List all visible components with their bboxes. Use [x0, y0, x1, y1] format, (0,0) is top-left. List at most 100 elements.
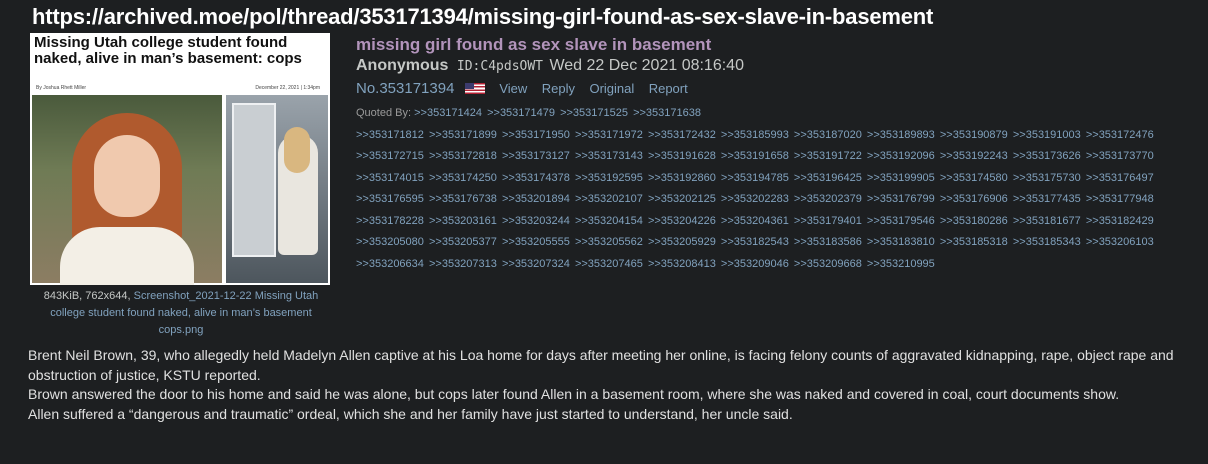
quoted-by-link[interactable]: >>353171424	[414, 107, 482, 119]
quoted-by-link[interactable]: >>353174015	[356, 172, 424, 184]
reply-link[interactable]: Reply	[542, 81, 575, 96]
quoted-by-link[interactable]: >>353209668	[794, 258, 862, 270]
quoted-by-label: Quoted By:	[356, 107, 412, 119]
file-info: 843KiB, 762x644, Screenshot_2021-12-22 M…	[30, 288, 332, 339]
quoted-by-link[interactable]: >>353173770	[1086, 150, 1154, 162]
quoted-by-link[interactable]: >>353205929	[648, 236, 716, 248]
quoted-by-link[interactable]: >>353192860	[648, 172, 716, 184]
post-meta-row: Anonymous ID:C4pdsOWT Wed 22 Dec 2021 08…	[356, 57, 744, 75]
quoted-by-link[interactable]: >>353183586	[794, 236, 862, 248]
quoted-by-link[interactable]: >>353205555	[502, 236, 570, 248]
quoted-by-link[interactable]: >>353178228	[356, 215, 424, 227]
quoted-by-link[interactable]: >>353179546	[867, 215, 935, 227]
quoted-by-link[interactable]: >>353187020	[794, 129, 862, 141]
poster-id[interactable]: ID:C4pdsOWT	[457, 59, 543, 74]
quoted-by-link[interactable]: >>353176497	[1086, 172, 1154, 184]
quoted-by-link[interactable]: >>353176799	[867, 193, 935, 205]
quoted-by-link[interactable]: >>353191658	[721, 150, 789, 162]
quoted-by-link[interactable]: >>353181677	[1013, 215, 1081, 227]
quoted-by-link[interactable]: >>353205562	[575, 236, 643, 248]
post-subject: missing girl found as sex slave in basem…	[356, 35, 712, 54]
post-body: Brent Neil Brown, 39, who allegedly held…	[28, 346, 1206, 424]
quoted-by-link[interactable]: >>353174378	[502, 172, 570, 184]
quoted-by-link[interactable]: >>353174580	[940, 172, 1008, 184]
view-link[interactable]: View	[499, 81, 527, 96]
quoted-by-link[interactable]: >>353171638	[633, 107, 701, 119]
quoted-by-link[interactable]: >>353183810	[867, 236, 935, 248]
quoted-by-link[interactable]: >>353192096	[867, 150, 935, 162]
us-flag-icon	[464, 83, 485, 94]
quoted-by-link[interactable]: >>353202379	[794, 193, 862, 205]
quoted-by-link[interactable]: >>353171525	[560, 107, 628, 119]
quoted-by-link[interactable]: >>353182429	[1086, 215, 1154, 227]
quoted-by-link[interactable]: >>353207324	[502, 258, 570, 270]
quoted-by-link[interactable]: >>353204361	[721, 215, 789, 227]
quoted-by-link[interactable]: >>353182543	[721, 236, 789, 248]
quoted-by-link[interactable]: >>353171899	[429, 129, 497, 141]
archive-url-banner: https://archived.moe/pol/thread/35317139…	[32, 4, 934, 29]
quoted-by-link[interactable]: >>353172432	[648, 129, 716, 141]
report-link[interactable]: Report	[649, 81, 688, 96]
quoted-by-link[interactable]: >>353172715	[356, 150, 424, 162]
quoted-by-link[interactable]: >>353189893	[867, 129, 935, 141]
quoted-by-link[interactable]: >>353172818	[429, 150, 497, 162]
quoted-by-link[interactable]: >>353202283	[721, 193, 789, 205]
quoted-by-link[interactable]: >>353205080	[356, 236, 424, 248]
quoted-by-list: Quoted By: >>353171424 >>353171479 >>353…	[356, 103, 1196, 275]
quoted-by-link[interactable]: >>353185993	[721, 129, 789, 141]
quoted-by-link[interactable]: >>353171812	[356, 129, 424, 141]
post-body-paragraph: Allen suffered a “dangerous and traumati…	[28, 405, 793, 422]
quoted-by-link[interactable]: >>353179401	[794, 215, 862, 227]
quoted-by-link[interactable]: >>353204226	[648, 215, 716, 227]
quoted-by-link[interactable]: >>353203244	[502, 215, 570, 227]
quoted-by-link[interactable]: >>353177435	[1013, 193, 1081, 205]
quoted-by-link[interactable]: >>353207465	[575, 258, 643, 270]
quoted-by-link[interactable]: >>353191722	[794, 150, 862, 162]
post-number-link[interactable]: No.353171394	[356, 80, 454, 97]
quoted-by-link[interactable]: >>353171950	[502, 129, 570, 141]
quoted-by-link[interactable]: >>353191628	[648, 150, 716, 162]
quoted-by-link[interactable]: >>353176595	[356, 193, 424, 205]
quoted-by-link[interactable]: >>353209046	[721, 258, 789, 270]
quoted-by-link[interactable]: >>353185318	[940, 236, 1008, 248]
post-datetime: Wed 22 Dec 2021 08:16:40	[549, 57, 744, 74]
quoted-by-link[interactable]: >>353206103	[1086, 236, 1154, 248]
quoted-by-link[interactable]: >>353191003	[1013, 129, 1081, 141]
quoted-by-link[interactable]: >>353190879	[940, 129, 1008, 141]
quoted-by-link[interactable]: >>353207313	[429, 258, 497, 270]
original-link[interactable]: Original	[589, 81, 634, 96]
post-thumbnail[interactable]: Missing Utah college student found naked…	[30, 33, 330, 285]
quoted-by-link[interactable]: >>353210995	[867, 258, 935, 270]
quoted-by-link[interactable]: >>353175730	[1013, 172, 1081, 184]
quoted-by-link[interactable]: >>353202125	[648, 193, 716, 205]
quoted-by-link[interactable]: >>353177948	[1086, 193, 1154, 205]
quoted-by-link[interactable]: >>353196425	[794, 172, 862, 184]
quoted-by-link[interactable]: >>353176906	[940, 193, 1008, 205]
quoted-by-link[interactable]: >>353205377	[429, 236, 497, 248]
quoted-by-link[interactable]: >>353171479	[487, 107, 555, 119]
thumbnail-portrait-photo	[32, 95, 222, 285]
quoted-by-link[interactable]: >>353171972	[575, 129, 643, 141]
post-body-paragraph: Brown answered the door to his home and …	[28, 386, 1120, 402]
quoted-by-link[interactable]: >>353180286	[940, 215, 1008, 227]
quoted-by-link[interactable]: >>353192595	[575, 172, 643, 184]
quoted-by-link[interactable]: >>353173626	[1013, 150, 1081, 162]
quoted-by-link[interactable]: >>353174250	[429, 172, 497, 184]
quoted-by-link[interactable]: >>353201894	[502, 193, 570, 205]
thumbnail-byline: By Joshua Rhett Miller	[36, 85, 87, 91]
quoted-by-link[interactable]: >>353206634	[356, 258, 424, 270]
thumbnail-headline: Missing Utah college student found naked…	[34, 34, 302, 67]
quoted-by-link[interactable]: >>353194785	[721, 172, 789, 184]
quoted-by-link[interactable]: >>353204154	[575, 215, 643, 227]
quoted-by-link[interactable]: >>353173127	[502, 150, 570, 162]
quoted-by-link[interactable]: >>353176738	[429, 193, 497, 205]
quoted-by-link[interactable]: >>353203161	[429, 215, 497, 227]
quoted-by-link[interactable]: >>353172476	[1086, 129, 1154, 141]
quoted-by-link[interactable]: >>353208413	[648, 258, 716, 270]
quoted-by-link[interactable]: >>353199905	[867, 172, 935, 184]
poster-name: Anonymous	[356, 57, 449, 74]
quoted-by-link[interactable]: >>353192243	[940, 150, 1008, 162]
quoted-by-link[interactable]: >>353202107	[575, 193, 643, 205]
quoted-by-link[interactable]: >>353185343	[1013, 236, 1081, 248]
quoted-by-link[interactable]: >>353173143	[575, 150, 643, 162]
